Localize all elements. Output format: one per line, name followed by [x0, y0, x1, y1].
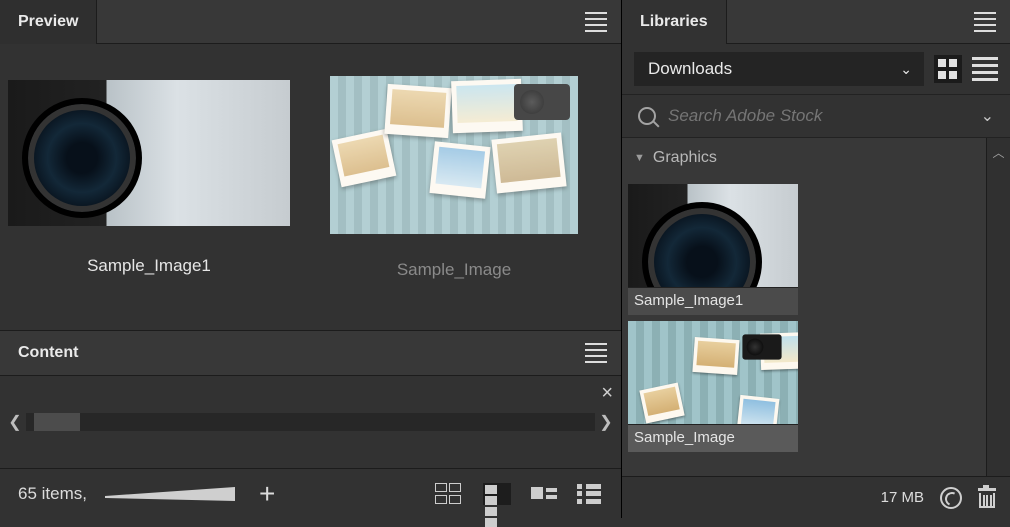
- preview-caption-2: Sample_Image: [397, 260, 511, 280]
- storage-size-label: 17 MB: [881, 489, 924, 506]
- preview-thumb-1[interactable]: Sample_Image1: [8, 80, 290, 280]
- preview-tab[interactable]: Preview: [0, 0, 97, 44]
- library-items-list: Sample_Image1: [622, 178, 986, 476]
- small-grid-view-icon[interactable]: [483, 483, 511, 505]
- libraries-tab[interactable]: Libraries: [622, 0, 727, 44]
- collapse-triangle-icon: ▼: [634, 152, 645, 164]
- library-grid-view-icon[interactable]: [934, 55, 962, 83]
- preview-panel-body: Sample_Image1: [0, 44, 621, 330]
- content-footer: 65 items, +: [0, 468, 621, 518]
- search-expand-icon[interactable]: ⌄: [981, 106, 994, 126]
- libraries-tab-bar: Libraries: [622, 0, 1010, 44]
- library-select-dropdown[interactable]: Downloads ⌄: [634, 52, 924, 86]
- library-list-view-icon[interactable]: [972, 57, 998, 81]
- preview-tab-bar: Preview: [0, 0, 621, 44]
- preview-panel-menu-icon[interactable]: [585, 0, 609, 44]
- creative-cloud-icon[interactable]: [940, 487, 962, 509]
- chevron-down-icon: ⌄: [900, 61, 912, 78]
- content-panel-body: × ❮ ❯: [0, 376, 621, 468]
- trash-icon[interactable]: [978, 488, 996, 508]
- content-tab[interactable]: Content: [0, 344, 96, 362]
- library-item-2[interactable]: Sample_Image: [628, 321, 798, 452]
- preview-caption-1: Sample_Image1: [87, 256, 211, 276]
- content-panel-menu-icon[interactable]: [585, 331, 609, 375]
- graphics-section-header[interactable]: ▼ Graphics: [622, 138, 986, 178]
- library-item-1[interactable]: Sample_Image1: [628, 184, 798, 315]
- vertical-scrollbar[interactable]: ︿: [986, 138, 1010, 476]
- thumbnail-size-slider[interactable]: [105, 487, 235, 501]
- content-tab-bar: Content: [0, 330, 621, 376]
- close-icon[interactable]: ×: [601, 382, 613, 405]
- section-label: Graphics: [653, 149, 717, 167]
- list-view-icon[interactable]: [531, 484, 557, 504]
- add-button[interactable]: +: [259, 478, 275, 510]
- library-item-label: Sample_Image1: [628, 288, 798, 315]
- content-horizontal-scrollbar[interactable]: ❮ ❯: [4, 412, 617, 432]
- item-count-label: 65 items,: [18, 484, 87, 504]
- search-icon: [638, 107, 656, 125]
- libraries-panel-menu-icon[interactable]: [974, 0, 998, 44]
- library-item-label: Sample_Image: [628, 425, 798, 452]
- details-view-icon[interactable]: [577, 484, 603, 504]
- stock-search-input[interactable]: [668, 106, 981, 126]
- scroll-left-icon[interactable]: ❮: [4, 412, 26, 432]
- scroll-right-icon[interactable]: ❯: [595, 412, 617, 432]
- stock-search-row: ⌄: [622, 94, 1010, 138]
- library-select-value: Downloads: [648, 59, 732, 79]
- large-grid-view-icon[interactable]: [435, 483, 463, 505]
- libraries-toolbar: Downloads ⌄: [622, 44, 1010, 94]
- preview-thumb-2[interactable]: Sample_Image: [330, 80, 578, 280]
- libraries-footer: 17 MB: [622, 476, 1010, 518]
